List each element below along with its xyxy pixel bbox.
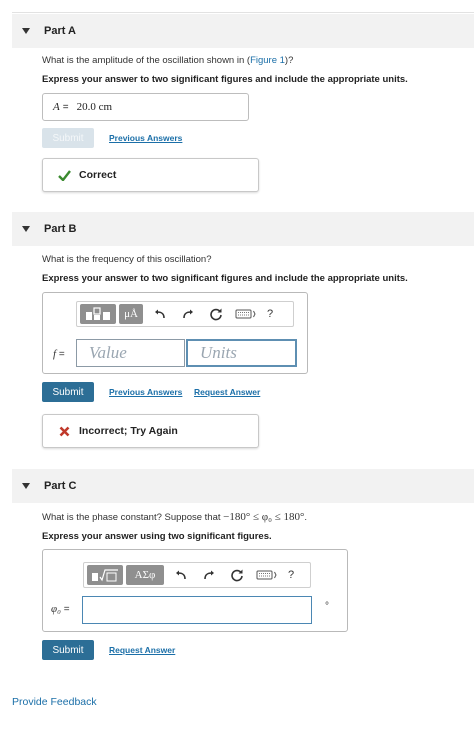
- part-a-answer-field[interactable]: A = 20.0 cm: [42, 93, 249, 121]
- part-a-feedback: Correct: [42, 158, 259, 192]
- part-c-header[interactable]: Part C: [12, 469, 474, 503]
- phase-range-math: −180° ≤ φ₀ ≤ 180°: [223, 511, 305, 523]
- part-a-header[interactable]: Part A: [12, 14, 474, 48]
- part-a-previous-answers-link[interactable]: Previous Answers: [109, 133, 182, 143]
- part-c-title: Part C: [44, 480, 77, 492]
- units-input[interactable]: Units: [186, 339, 297, 367]
- part-b-instruction: Express your answer to two significant f…: [42, 273, 408, 284]
- top-divider: [12, 12, 474, 13]
- greek-symbols-button[interactable]: ΑΣφ: [126, 565, 164, 585]
- reset-icon[interactable]: [205, 304, 227, 324]
- redo-icon[interactable]: [177, 304, 199, 324]
- templates-button[interactable]: [87, 565, 123, 585]
- help-icon[interactable]: ?: [288, 569, 294, 581]
- units-button[interactable]: μÅ: [119, 304, 143, 324]
- reset-icon[interactable]: [226, 565, 248, 585]
- correct-label: Correct: [79, 169, 117, 181]
- part-b-title: Part B: [44, 223, 77, 235]
- incorrect-label: Incorrect; Try Again: [79, 425, 178, 437]
- templates-icon: [86, 307, 110, 320]
- degree-unit-label: °: [325, 601, 329, 612]
- value-input[interactable]: Value: [76, 339, 185, 367]
- checkmark-icon: [55, 169, 73, 181]
- keyboard-icon[interactable]: [254, 565, 280, 585]
- provide-feedback-link[interactable]: Provide Feedback: [12, 696, 97, 708]
- math-toolbar: ΑΣφ ?: [83, 562, 311, 588]
- answer-variable: A: [53, 101, 60, 113]
- part-b-feedback: Incorrect; Try Again: [42, 414, 259, 448]
- redo-icon[interactable]: [198, 565, 220, 585]
- answer-value: 20.0 cm: [76, 101, 113, 113]
- part-b-answer-editor: μÅ ? f = Value Units: [42, 292, 308, 374]
- part-c-variable-label: φ₀ =: [51, 603, 70, 615]
- keyboard-icon[interactable]: [233, 304, 259, 324]
- x-mark-icon: [55, 426, 73, 437]
- phase-constant-input[interactable]: [82, 596, 312, 624]
- collapse-triangle-icon[interactable]: [22, 483, 30, 489]
- part-b-submit-button[interactable]: Submit: [42, 382, 94, 402]
- collapse-triangle-icon[interactable]: [22, 28, 30, 34]
- part-a-question: What is the amplitude of the oscillation…: [42, 55, 294, 66]
- part-b-variable-label: f =: [53, 348, 65, 360]
- part-b-previous-answers-link[interactable]: Previous Answers: [109, 387, 182, 397]
- math-toolbar: μÅ ?: [76, 301, 294, 327]
- part-b-header[interactable]: Part B: [12, 212, 474, 246]
- part-c-question: What is the phase constant? Suppose that…: [42, 511, 308, 523]
- part-a-submit-button[interactable]: Submit: [42, 128, 94, 148]
- figure-link[interactable]: Figure 1: [250, 55, 285, 66]
- collapse-triangle-icon[interactable]: [22, 226, 30, 232]
- part-c-answer-editor: ΑΣφ ? φ₀ = °: [42, 549, 348, 632]
- part-a-title: Part A: [44, 25, 76, 37]
- part-b-request-answer-link[interactable]: Request Answer: [194, 387, 260, 397]
- part-a-instruction: Express your answer to two significant f…: [42, 74, 408, 85]
- part-c-submit-button[interactable]: Submit: [42, 640, 94, 660]
- part-c-instruction: Express your answer using two significan…: [42, 531, 272, 542]
- sqrt-templates-icon: [92, 569, 118, 582]
- undo-icon[interactable]: [170, 565, 192, 585]
- part-b-question: What is the frequency of this oscillatio…: [42, 254, 212, 265]
- undo-icon[interactable]: [149, 304, 171, 324]
- help-icon[interactable]: ?: [267, 308, 273, 320]
- part-c-request-answer-link[interactable]: Request Answer: [109, 645, 175, 655]
- templates-button[interactable]: [80, 304, 116, 324]
